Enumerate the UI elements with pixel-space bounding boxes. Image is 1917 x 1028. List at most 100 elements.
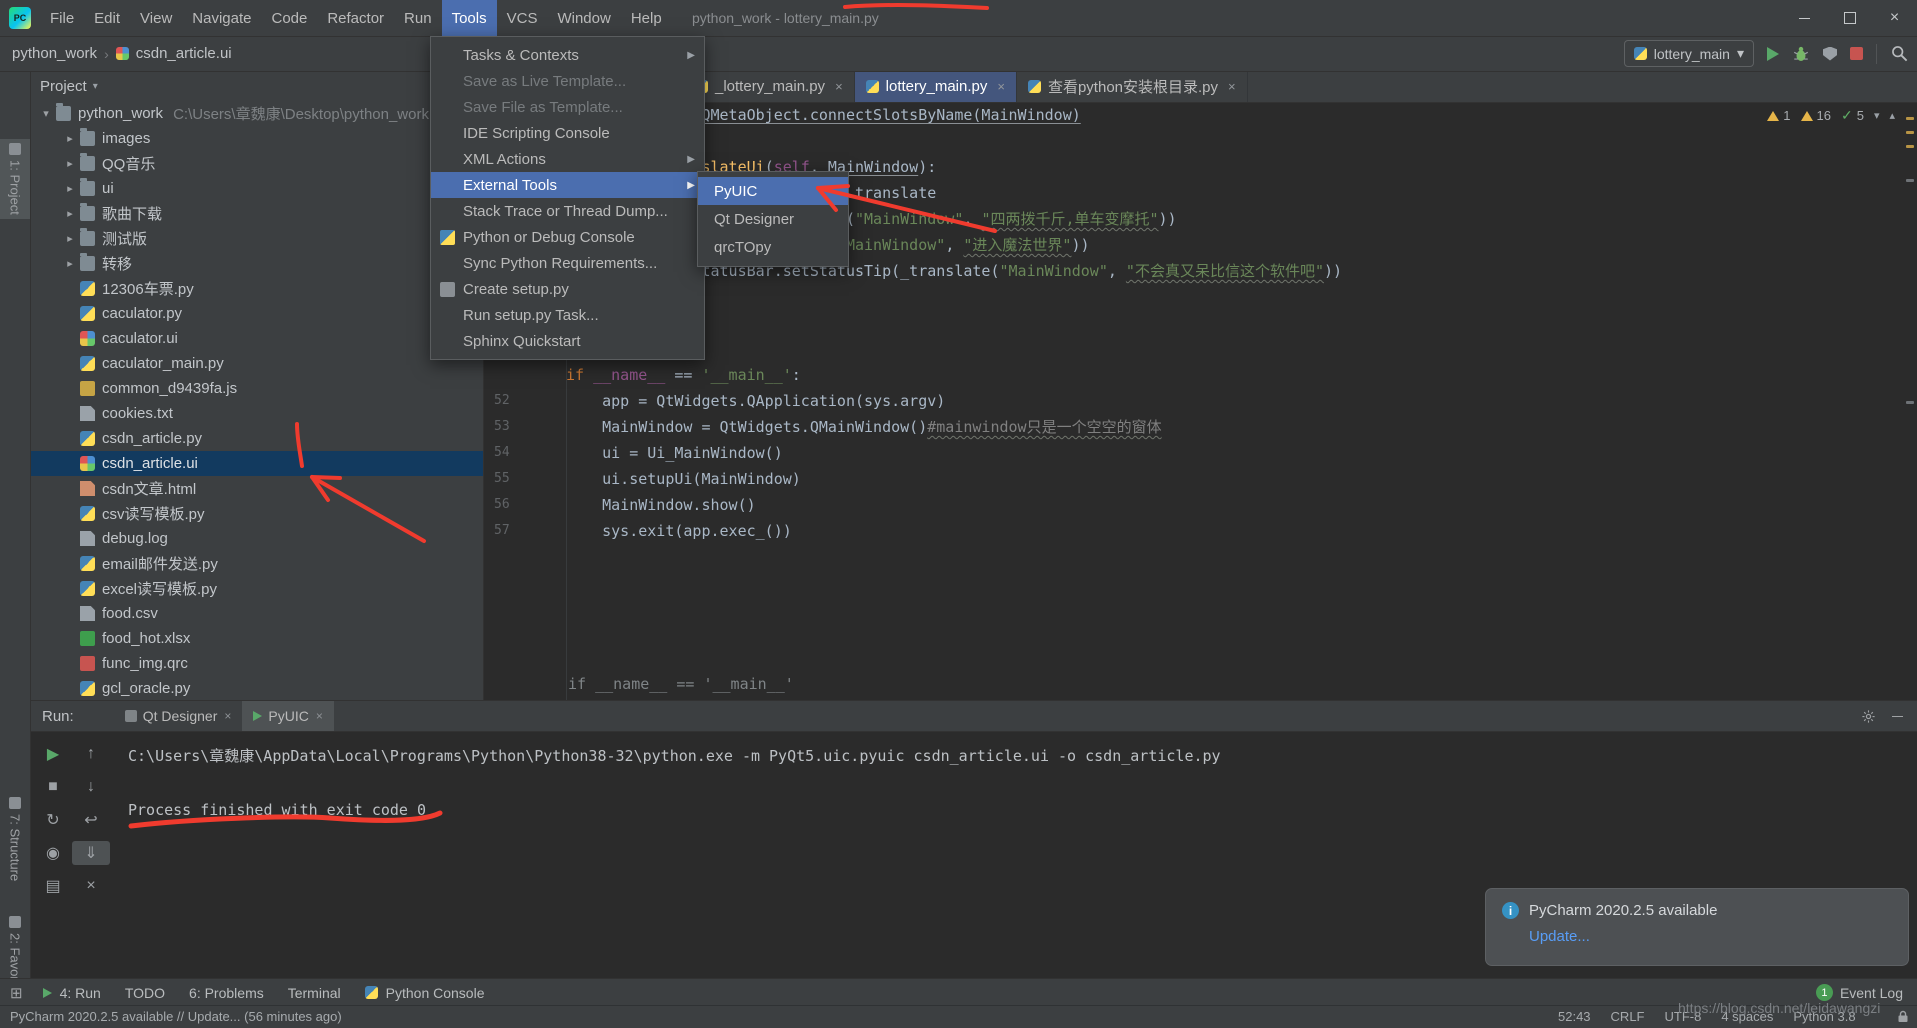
softwrap-icon[interactable]: ↩ xyxy=(72,808,110,832)
menubar-item-window[interactable]: Window xyxy=(547,0,620,36)
menu-item-tasks-contexts[interactable]: Tasks & Contexts▶ xyxy=(431,42,704,68)
menu-item-external-tools[interactable]: External Tools▶ xyxy=(431,172,704,198)
tree-item-email-py[interactable]: email邮件发送.py xyxy=(30,551,483,576)
stripe-mark[interactable] xyxy=(1906,401,1914,404)
event-log-button[interactable]: 1 Event Log xyxy=(1816,984,1903,1001)
tree-item-caculator-ui[interactable]: caculator.ui xyxy=(30,326,483,351)
menu-item-run-setup-py-task[interactable]: Run setup.py Task... xyxy=(431,302,704,328)
chevron-down-icon[interactable]: ▾ xyxy=(1874,109,1880,122)
menubar-item-edit[interactable]: Edit xyxy=(84,0,130,36)
run-button[interactable] xyxy=(1767,47,1779,61)
toolwindow-button-4-run[interactable]: 4: Run xyxy=(31,979,113,1006)
tab-close-icon[interactable]: × xyxy=(997,79,1005,94)
run-config-selector[interactable]: lottery_main ▾ xyxy=(1624,40,1754,67)
tree-item-gcl-oracle-py[interactable]: gcl_oracle.py xyxy=(30,676,483,700)
chevron-down-icon[interactable]: ▾ xyxy=(93,81,98,92)
hide-panel-icon[interactable] xyxy=(1892,716,1903,717)
status-item-crlf[interactable]: CRLF xyxy=(1611,1009,1645,1024)
tab-close-icon[interactable]: × xyxy=(835,79,843,94)
toolwindow-switcher-icon[interactable]: ⊞ xyxy=(10,984,23,1002)
tree-item-food-hot-xlsx[interactable]: food_hot.xlsx xyxy=(30,626,483,651)
lock-icon[interactable] xyxy=(1897,1010,1909,1023)
tree-item-debug-log[interactable]: debug.log xyxy=(30,526,483,551)
menubar-item-file[interactable]: File xyxy=(40,0,84,36)
menubar-item-view[interactable]: View xyxy=(130,0,182,36)
editor-tab-lottery-main-py[interactable]: _lottery_main.py× xyxy=(684,71,855,102)
tab-close-icon[interactable]: × xyxy=(316,709,323,723)
warning-stripe-mark[interactable] xyxy=(1906,131,1914,134)
coverage-button[interactable] xyxy=(1823,47,1837,61)
menubar-item-refactor[interactable]: Refactor xyxy=(317,0,394,36)
chevron-icon[interactable]: ▸ xyxy=(60,132,80,145)
chevron-icon[interactable]: ▸ xyxy=(60,182,80,195)
menu-item-ide-scripting-console[interactable]: IDE Scripting Console xyxy=(431,120,704,146)
tree-item-csdn-article-ui[interactable]: csdn_article.ui xyxy=(30,451,483,476)
tree-item-cookies-txt[interactable]: cookies.txt xyxy=(30,401,483,426)
tree-item-common-d9439fa-js[interactable]: common_d9439fa.js xyxy=(30,376,483,401)
menubar-item-help[interactable]: Help xyxy=(621,0,672,36)
restart-icon[interactable]: ↻ xyxy=(34,808,72,832)
toolwindow-button-6-problems[interactable]: 6: Problems xyxy=(177,979,276,1006)
tree-item-ui[interactable]: ▸ui xyxy=(30,176,483,201)
menu-item-xml-actions[interactable]: XML Actions▶ xyxy=(431,146,704,172)
gear-icon[interactable] xyxy=(1861,709,1876,724)
tree-item-[interactable]: ▸转移 xyxy=(30,251,483,276)
editor-tab-lottery-main-py[interactable]: lottery_main.py× xyxy=(855,71,1017,102)
close-button[interactable]: × xyxy=(1872,0,1917,36)
status-message[interactable]: PyCharm 2020.2.5 available // Update... … xyxy=(10,1009,342,1024)
chevron-icon[interactable]: ▾ xyxy=(36,107,56,120)
search-button[interactable] xyxy=(1890,44,1909,63)
tool-stripe-structure-button[interactable]: 7: Structure xyxy=(0,797,30,881)
run-tab-qt-designer[interactable]: Qt Designer× xyxy=(114,701,243,731)
chevron-icon[interactable]: ▸ xyxy=(60,207,80,220)
down-icon[interactable]: ↓ xyxy=(72,775,110,799)
print-icon[interactable]: ▤ xyxy=(34,874,72,898)
tree-item-csv-py[interactable]: csv读写模板.py xyxy=(30,501,483,526)
update-link[interactable]: Update... xyxy=(1529,928,1892,945)
submenu-item-qt-designer[interactable]: Qt Designer xyxy=(698,205,848,233)
menubar-item-run[interactable]: Run xyxy=(394,0,442,36)
tree-item-[interactable]: ▸测试版 xyxy=(30,226,483,251)
menu-item-python-or-debug-console[interactable]: Python or Debug Console xyxy=(431,224,704,250)
tree-item-func-img-qrc[interactable]: func_img.qrc xyxy=(30,651,483,676)
tree-item-[interactable]: ▸歌曲下载 xyxy=(30,201,483,226)
status-item-52-43[interactable]: 52:43 xyxy=(1558,1009,1591,1024)
tree-item-caculator-py[interactable]: caculator.py xyxy=(30,301,483,326)
chevron-up-icon[interactable]: ▴ xyxy=(1889,109,1895,122)
run-tab-pyuic[interactable]: PyUIC× xyxy=(242,701,333,731)
pin-icon[interactable]: ◉ xyxy=(34,841,72,865)
tree-item-food-csv[interactable]: food.csv xyxy=(30,601,483,626)
menu-item-sphinx-quickstart[interactable]: Sphinx Quickstart xyxy=(431,328,704,354)
warning-stripe-mark[interactable] xyxy=(1906,145,1914,148)
up-icon[interactable]: ↑ xyxy=(72,742,110,766)
trash-icon[interactable]: × xyxy=(72,874,110,898)
stop-icon[interactable]: ■ xyxy=(34,775,72,799)
toolwindow-button-todo[interactable]: TODO xyxy=(113,979,177,1006)
tree-item-qq[interactable]: ▸QQ音乐 xyxy=(30,151,483,176)
tree-item-python-work[interactable]: ▾python_workC:\Users\章魏康\Desktop\python_… xyxy=(30,101,483,126)
chevron-icon[interactable]: ▸ xyxy=(60,232,80,245)
submenu-item-qrctopy[interactable]: qrcTOpy xyxy=(698,233,848,261)
maximize-button[interactable] xyxy=(1827,0,1872,36)
menu-item-sync-python-requirements[interactable]: Sync Python Requirements... xyxy=(431,250,704,276)
project-panel-title[interactable]: Project xyxy=(40,78,87,95)
breadcrumb-project[interactable]: python_work xyxy=(12,45,97,62)
debug-button[interactable] xyxy=(1792,45,1810,63)
tree-item-12306-py[interactable]: 12306车票.py xyxy=(30,276,483,301)
minimize-button[interactable] xyxy=(1782,0,1827,36)
menu-item-save-file-as-template[interactable]: Save File as Template... xyxy=(431,94,704,120)
menubar-item-code[interactable]: Code xyxy=(261,0,317,36)
menu-item-stack-trace-or-thread-dump[interactable]: Stack Trace or Thread Dump... xyxy=(431,198,704,224)
stop-button[interactable] xyxy=(1850,47,1863,60)
chevron-icon[interactable]: ▸ xyxy=(60,257,80,270)
submenu-item-pyuic[interactable]: PyUIC xyxy=(698,177,848,205)
tree-item-caculator-main-py[interactable]: caculator_main.py xyxy=(30,351,483,376)
tree-item-images[interactable]: ▸images xyxy=(30,126,483,151)
stripe-mark[interactable] xyxy=(1906,179,1914,182)
menubar-item-tools[interactable]: Tools xyxy=(442,0,497,36)
menubar-item-vcs[interactable]: VCS xyxy=(497,0,548,36)
notification-balloon[interactable]: i PyCharm 2020.2.5 available Update... xyxy=(1485,888,1909,966)
chevron-icon[interactable]: ▸ xyxy=(60,157,80,170)
rerun-icon[interactable]: ▶ xyxy=(34,742,72,766)
menu-item-create-setup-py[interactable]: Create setup.py xyxy=(431,276,704,302)
